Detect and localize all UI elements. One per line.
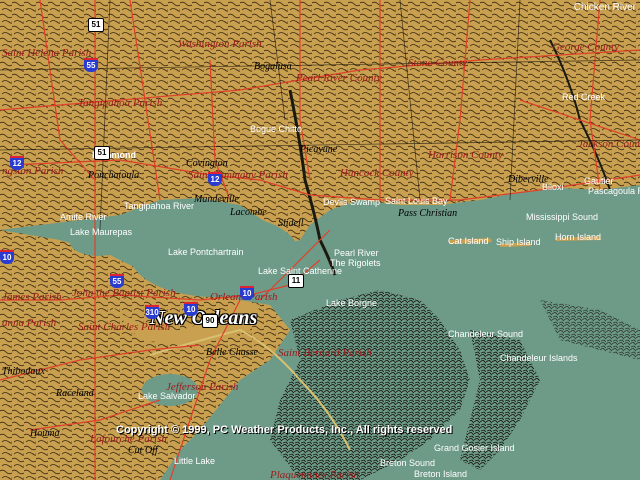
thibodaux-label: Thibodaux <box>2 366 45 377</box>
red-creek-label: Red Creek <box>562 92 606 102</box>
saint-charles-parish-label: Saint Charles Parish <box>78 321 171 333</box>
houma-label: Houma <box>30 428 60 439</box>
ponchatoula-label: Ponchatoula <box>88 170 140 181</box>
interstate-10-shield: 10 <box>184 302 198 316</box>
lacombe-label: Lacombe <box>230 207 267 218</box>
horn-island-label: Horn Island <box>555 232 602 242</box>
lake-maurepas-label: Lake Maurepas <box>70 227 133 237</box>
pearl-river-county-label: Pearl River County <box>296 72 382 84</box>
amite-river-label: Amite River <box>60 212 107 222</box>
saint-helena-parish-label: Saint Helena Parish <box>2 47 92 59</box>
devils-swamp-label: Devils Swamp <box>323 197 381 207</box>
us-11-shield: 11 <box>288 274 304 288</box>
cat-island-label: Cat Island <box>448 236 489 246</box>
plaquemines-parish-label: Plaquemines Parish <box>270 469 359 480</box>
cut-off-label: Cut Off <box>128 445 158 456</box>
tangipahoa-parish-label: Tangipahoa Parish <box>78 97 163 109</box>
chicken-river-label: Chicken River <box>573 2 636 13</box>
interstate-10-west-shield: 10 <box>0 250 14 264</box>
breton-island-label: Breton Island <box>414 469 468 479</box>
biloxi-label: Biloxi <box>542 182 564 192</box>
little-lake-label: Little Lake <box>174 456 216 466</box>
saint-louis-bay-label: Saint Louis Bay <box>385 196 448 206</box>
lake-pontchartrain-label: Lake Pontchartrain <box>168 247 244 257</box>
anna-parish-label: anna Parish <box>2 317 57 329</box>
john-parish-label: John the Baptist Parish <box>72 287 176 299</box>
breton-sound-label: Breton Sound <box>380 458 436 468</box>
us-51-shield: 51 <box>88 18 104 32</box>
copyright-notice: Copyright © 1999, PC Weather Products, I… <box>116 424 453 436</box>
harrison-county-label: Harrison County <box>428 149 503 161</box>
interstate-12-shield: 12 <box>10 156 24 170</box>
mississippi-sound-label: Mississippi Sound <box>526 212 599 222</box>
us-51-bus-shield: 51 <box>94 146 110 160</box>
hancock-county-label: Hancock County <box>340 167 414 179</box>
saint-tammany-parish-label: Saint Tammany Parish <box>188 169 288 181</box>
george-county-label: George County <box>552 41 620 53</box>
bogalusa-label: Bogalusa <box>254 61 292 72</box>
lake-salvador-label: Lake Salvador <box>138 391 196 401</box>
pascagoula-river-label: Pascagoula River <box>588 186 640 196</box>
chandeleur-sound-label: Chandeleur Sound <box>448 329 524 339</box>
stone-county-label: Stone County <box>408 57 467 69</box>
slidell-label: Slidell <box>278 218 304 229</box>
picayune-label: Picayune <box>300 144 338 155</box>
jackson-county-label: Jackson County <box>578 138 640 150</box>
grand-gosier-island-label: Grand Gosier Island <box>434 443 515 453</box>
belle-chasse-label: Belle Chasse <box>206 347 258 358</box>
washington-parish-label: Washington Parish <box>178 38 262 50</box>
saint-bernard-parish-label: Saint Bernard Parish <box>278 347 372 359</box>
us-90-shield: 90 <box>202 314 218 328</box>
bogue-chitto-label: Bogue Chitto <box>250 124 303 134</box>
raceland-label: Raceland <box>56 388 94 399</box>
tangipahoa-river-label: Tangipahoa River <box>124 201 195 211</box>
james-parish-label: James Parish <box>2 291 62 303</box>
ship-island-label: Ship Island <box>496 237 541 247</box>
interstate-55-south-shield: 55 <box>110 274 124 288</box>
interstate-10-east-shield: 10 <box>240 286 254 300</box>
covington-label: Covington <box>186 158 228 169</box>
pass-christian-label: Pass Christian <box>398 208 458 219</box>
interstate-310-shield: 310 <box>145 305 159 319</box>
chandeleur-islands-label: Chandeleur Islands <box>500 353 578 363</box>
map[interactable]: Chicken River Saint Helena Parish Washin… <box>0 0 640 480</box>
interstate-12-east-shield: 12 <box>208 172 222 186</box>
interstate-55-shield: 55 <box>84 58 98 72</box>
mandeville-label: Mandeville <box>194 194 239 205</box>
lake-borgne-label: Lake Borgne <box>326 298 378 308</box>
